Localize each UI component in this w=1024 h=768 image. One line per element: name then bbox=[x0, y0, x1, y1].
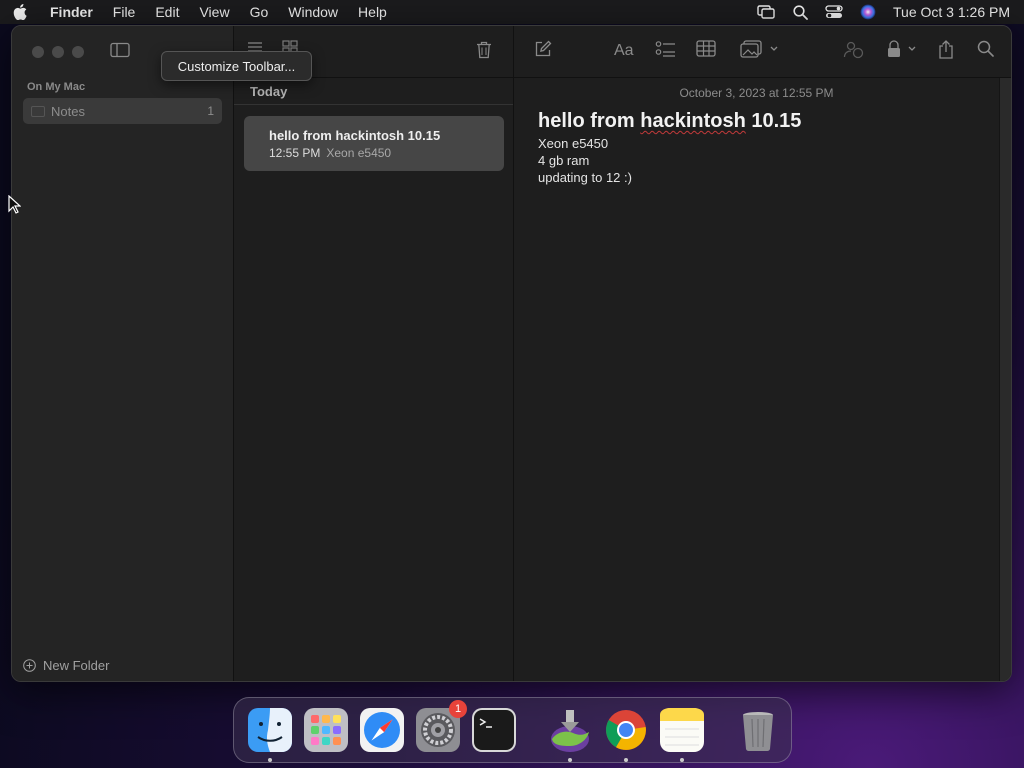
screen-mirroring-icon[interactable] bbox=[749, 0, 783, 24]
apple-menu-icon[interactable] bbox=[0, 0, 40, 24]
notes-list: Today hello from hackintosh 10.15 12:55 … bbox=[234, 26, 514, 681]
control-center-icon[interactable] bbox=[817, 0, 851, 24]
note-list-item[interactable]: hello from hackintosh 10.15 12:55 PM Xeon… bbox=[244, 116, 504, 171]
delete-note-button[interactable] bbox=[476, 41, 492, 64]
menu-go[interactable]: Go bbox=[240, 0, 279, 24]
zoom-window-button[interactable] bbox=[72, 46, 84, 58]
editor-toolbar: Aa bbox=[514, 26, 1011, 78]
sidebar-section-label: On My Mac bbox=[27, 81, 86, 93]
new-folder-button[interactable]: New Folder bbox=[23, 658, 109, 673]
sidebar-item-notes[interactable]: Notes 1 bbox=[23, 98, 222, 124]
close-window-button[interactable] bbox=[32, 46, 44, 58]
folders-sidebar: On My Mac Notes 1 New Folder bbox=[12, 26, 234, 681]
collaborate-icon[interactable] bbox=[843, 40, 865, 65]
editor-scrollbar[interactable] bbox=[999, 78, 1011, 681]
dock-system-preferences-icon[interactable]: 1 bbox=[415, 700, 467, 753]
dock-notes-icon[interactable] bbox=[659, 707, 705, 762]
dock-launchpad-icon[interactable] bbox=[303, 707, 349, 753]
dock-installer-icon[interactable] bbox=[547, 707, 593, 762]
running-indicator bbox=[624, 758, 628, 762]
plus-circle-icon bbox=[23, 659, 36, 672]
sidebar-toggle-icon[interactable] bbox=[110, 42, 130, 63]
dock-terminal-icon[interactable] bbox=[471, 707, 517, 753]
running-indicator bbox=[680, 758, 684, 762]
new-folder-label: New Folder bbox=[43, 658, 110, 673]
note-item-title: hello from hackintosh 10.15 bbox=[269, 128, 441, 143]
folder-icon bbox=[31, 105, 45, 117]
format-text-icon[interactable]: Aa bbox=[614, 42, 634, 60]
dock: 1 bbox=[233, 697, 792, 763]
menu-app-name[interactable]: Finder bbox=[40, 0, 103, 24]
window-controls bbox=[32, 46, 84, 58]
menu-window[interactable]: Window bbox=[278, 0, 348, 24]
running-indicator bbox=[268, 758, 272, 762]
spotlight-search-icon[interactable] bbox=[783, 0, 817, 24]
notification-badge: 1 bbox=[449, 700, 467, 718]
note-body-line: Xeon e5450 bbox=[538, 136, 609, 151]
menu-file[interactable]: File bbox=[103, 0, 146, 24]
checklist-icon[interactable] bbox=[655, 40, 677, 63]
note-item-time: 12:55 PM bbox=[269, 146, 321, 160]
list-group-header: Today bbox=[234, 79, 513, 105]
siri-icon[interactable] bbox=[851, 0, 885, 24]
menu-edit[interactable]: Edit bbox=[145, 0, 189, 24]
minimize-window-button[interactable] bbox=[52, 46, 64, 58]
note-title-start: hello from bbox=[538, 110, 641, 132]
note-item-preview: Xeon e5450 bbox=[326, 146, 392, 160]
notes-window: On My Mac Notes 1 New Folder Today hello… bbox=[11, 25, 1012, 682]
compose-note-icon[interactable] bbox=[534, 40, 552, 63]
dock-trash-icon[interactable] bbox=[735, 707, 781, 753]
note-title[interactable]: hello from hackintosh 10.15 bbox=[538, 110, 801, 133]
misspelled-word[interactable]: hackintosh bbox=[640, 110, 746, 132]
dock-finder-icon[interactable] bbox=[247, 707, 293, 762]
note-body-line: updating to 12 :) bbox=[538, 170, 632, 185]
sidebar-item-label: Notes bbox=[51, 103, 85, 119]
customize-toolbar-popup[interactable]: Customize Toolbar... bbox=[161, 51, 312, 81]
media-icon[interactable] bbox=[740, 40, 782, 63]
trash-icon bbox=[477, 41, 491, 59]
menu-view[interactable]: View bbox=[189, 0, 239, 24]
note-editor: Aa October 3, 2023 at 12:55 PM hello fro… bbox=[514, 26, 1011, 681]
menu-clock[interactable]: Tue Oct 3 1:26 PM bbox=[885, 4, 1010, 20]
search-icon[interactable] bbox=[977, 40, 994, 62]
share-icon[interactable] bbox=[938, 40, 954, 64]
note-timestamp: October 3, 2023 at 12:55 PM bbox=[679, 86, 834, 100]
mouse-cursor-icon bbox=[8, 194, 22, 219]
folder-note-count: 1 bbox=[207, 104, 214, 118]
note-title-end: 10.15 bbox=[745, 110, 802, 132]
running-indicator bbox=[568, 758, 572, 762]
note-body[interactable]: Xeon e5450 4 gb ram updating to 12 :) bbox=[538, 135, 632, 186]
dock-chrome-icon[interactable] bbox=[603, 707, 649, 762]
dock-safari-icon[interactable] bbox=[359, 707, 405, 753]
lock-note-icon[interactable] bbox=[886, 40, 920, 63]
table-icon[interactable] bbox=[696, 40, 716, 62]
note-body-line: 4 gb ram bbox=[538, 153, 590, 168]
menu-bar: Finder File Edit View Go Window Help Tue… bbox=[0, 0, 1024, 24]
note-item-subtitle: 12:55 PM Xeon e5450 bbox=[269, 146, 504, 160]
menu-help[interactable]: Help bbox=[348, 0, 397, 24]
